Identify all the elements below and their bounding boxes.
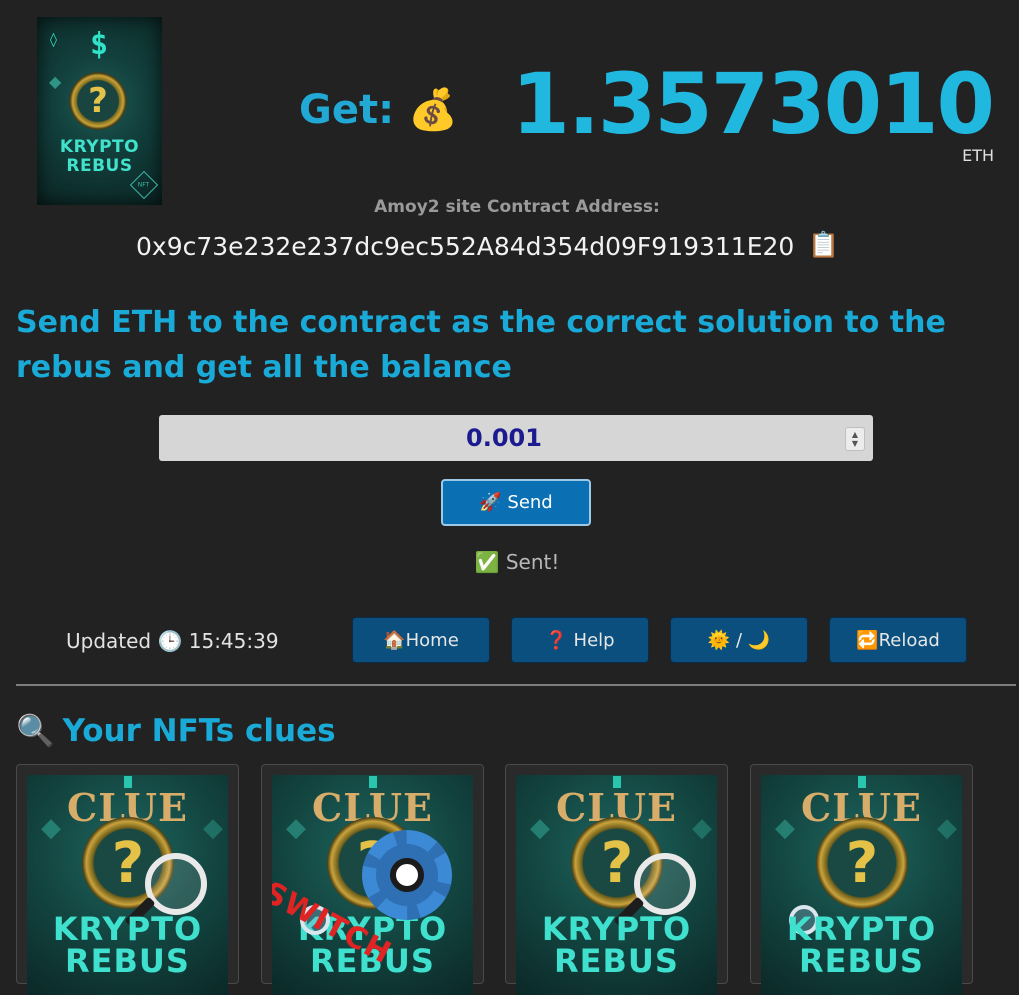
- send-button[interactable]: 🚀 Send: [441, 479, 591, 526]
- nft-image[interactable]: ◆ ◆ CLUE ? KRYPTO REBUS: [516, 775, 717, 995]
- nft-card[interactable]: ◆ ◆ CLUE ? KRYPTO REBUS: [505, 764, 728, 995]
- contract-label: Amoy2 site Contract Address:: [374, 197, 660, 217]
- amount-value[interactable]: 0.001: [159, 424, 849, 452]
- clipboard-icon[interactable]: 📋: [808, 230, 839, 260]
- ethereum-icon: ◆: [49, 72, 62, 91]
- prize-unit: ETH: [962, 146, 994, 165]
- prize-value: 1.3573010: [511, 55, 995, 153]
- question-coin-icon: ?: [816, 817, 908, 909]
- prize-label: Get: 💰: [299, 87, 458, 133]
- divider: [16, 684, 1016, 686]
- nft-name: KRYPTO REBUS: [541, 910, 692, 980]
- chevron-up-icon[interactable]: ▲: [852, 430, 858, 439]
- magnifying-glass-icon: [145, 853, 207, 915]
- pin-icon: ◊: [50, 32, 57, 48]
- send-status: ✅ Sent!: [474, 550, 560, 574]
- nft-image[interactable]: ◆ CLUE ? KRYPTO REBUS SWITCH: [272, 775, 473, 995]
- chevron-down-icon[interactable]: ▼: [852, 439, 858, 448]
- contract-address: 0x9c73e232e237dc9ec552A84d354d09F919311E…: [136, 232, 795, 261]
- theme-toggle-button[interactable]: 🌞 / 🌙: [670, 617, 808, 663]
- magnifier-icon: 🔍: [16, 713, 55, 749]
- home-button[interactable]: 🏠Home: [352, 617, 490, 663]
- nft-image[interactable]: ◆ ◆ CLUE ? KRYPTO REBUS: [761, 775, 962, 995]
- nft-name: KRYPTO REBUS: [52, 910, 203, 980]
- help-button[interactable]: ❓ Help: [511, 617, 649, 663]
- nft-card[interactable]: ◆ CLUE ? KRYPTO REBUS SWITCH: [261, 764, 484, 995]
- logo-text-line1: KRYPTO: [59, 137, 140, 157]
- dollar-icon: $: [90, 27, 109, 62]
- instructions-heading: Send ETH to the contract as the correct …: [16, 305, 946, 385]
- amount-input[interactable]: 0.001 ▲ ▼: [159, 415, 873, 461]
- nfts-title: 🔍 Your NFTs clues: [16, 713, 336, 749]
- money-bag-icon: 💰: [408, 87, 458, 133]
- magnifying-glass-icon: [634, 853, 696, 915]
- nft-card[interactable]: ◆ ◆ CLUE ? KRYPTO REBUS: [16, 764, 239, 995]
- amount-stepper[interactable]: ▲ ▼: [845, 427, 865, 451]
- question-coin-icon: ?: [69, 72, 127, 130]
- updated-timestamp: Updated 🕒 15:45:39: [66, 629, 279, 653]
- krypto-rebus-logo: ◊ $ ◆ ? KRYPTO REBUS NFT: [37, 17, 162, 205]
- nft-card[interactable]: ◆ ◆ CLUE ? KRYPTO REBUS: [750, 764, 973, 995]
- switch-arrow-icon: [390, 858, 424, 892]
- nft-image[interactable]: ◆ ◆ CLUE ? KRYPTO REBUS: [27, 775, 228, 995]
- nft-name: KRYPTO REBUS: [786, 910, 937, 980]
- reload-button[interactable]: 🔁Reload: [829, 617, 967, 663]
